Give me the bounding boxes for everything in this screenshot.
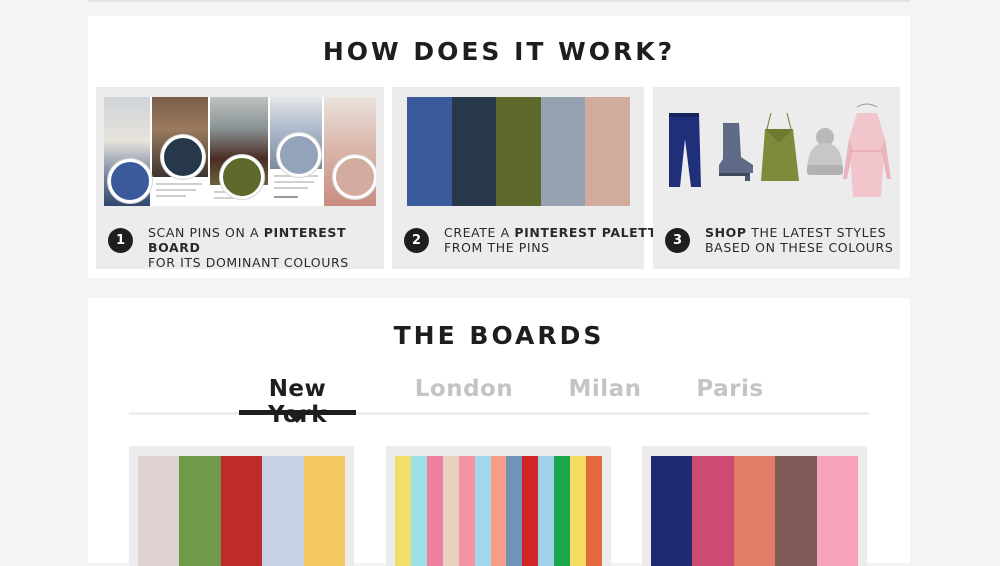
step-number-badge: 2 bbox=[404, 228, 429, 253]
board-palette-card[interactable] bbox=[129, 446, 354, 566]
active-tab-caret bbox=[289, 415, 305, 423]
pinterest-board-preview bbox=[104, 97, 376, 206]
board-swatch bbox=[179, 456, 221, 566]
dominant-colour-dot bbox=[277, 133, 321, 177]
board-palette bbox=[395, 456, 602, 566]
board-swatch bbox=[426, 456, 443, 566]
dominant-colour-dot bbox=[333, 155, 376, 199]
board-swatch bbox=[586, 456, 602, 566]
board-swatch bbox=[442, 456, 459, 566]
board-swatch bbox=[538, 456, 555, 566]
camisole-image bbox=[761, 112, 799, 181]
board-swatch bbox=[775, 456, 817, 566]
boards-title: THE BOARDS bbox=[393, 321, 605, 350]
board-palette-card[interactable] bbox=[642, 446, 867, 566]
pinterest-palette bbox=[407, 97, 630, 206]
city-tabs: New York London Milan Paris bbox=[129, 368, 869, 428]
step-card-create-palette: 2 CREATE A PINTEREST PALETTE FROM THE PI… bbox=[392, 87, 665, 269]
product-images bbox=[669, 103, 891, 197]
dominant-colour-dot bbox=[220, 155, 264, 199]
board-swatch bbox=[522, 456, 539, 566]
boot-image bbox=[719, 123, 753, 181]
board-swatch bbox=[554, 456, 571, 566]
previous-section-edge bbox=[88, 0, 910, 2]
how-it-works-title: HOW DOES IT WORK? bbox=[322, 37, 676, 66]
palette-swatch bbox=[540, 97, 586, 206]
board-swatch bbox=[570, 456, 587, 566]
board-swatch bbox=[506, 456, 523, 566]
board-swatch bbox=[458, 456, 475, 566]
board-palette-card[interactable] bbox=[386, 446, 611, 566]
board-palette bbox=[138, 456, 346, 566]
step-number-badge: 3 bbox=[665, 228, 690, 253]
board-swatch bbox=[395, 456, 411, 566]
palette-swatch bbox=[585, 97, 630, 206]
dress-image bbox=[843, 103, 891, 197]
step-description: SHOP THE LATEST STYLES BASED ON THESE CO… bbox=[705, 225, 894, 255]
step-description: SCAN PINS ON A PINTEREST BOARD FOR ITS D… bbox=[148, 225, 349, 270]
board-swatch bbox=[220, 456, 263, 566]
board-swatch bbox=[262, 456, 304, 566]
board-palette bbox=[651, 456, 859, 566]
step-card-scan-pins: 1 SCAN PINS ON A PINTEREST BOARD FOR ITS… bbox=[96, 87, 384, 270]
board-swatch bbox=[138, 456, 180, 566]
dominant-colour-dot bbox=[161, 135, 205, 179]
boards-section: THE BOARDS New York London Milan Paris bbox=[88, 298, 910, 566]
step-number-badge: 1 bbox=[108, 228, 133, 253]
board-swatch bbox=[816, 456, 859, 566]
tab-paris[interactable]: Paris bbox=[695, 376, 765, 402]
board-swatch bbox=[303, 456, 346, 566]
tab-milan[interactable]: Milan bbox=[565, 376, 645, 402]
board-swatch bbox=[692, 456, 734, 566]
step-description: CREATE A PINTEREST PALETTE FROM THE PINS bbox=[444, 225, 666, 255]
board-swatch bbox=[490, 456, 507, 566]
trousers-image bbox=[669, 113, 701, 187]
step-card-shop-styles: 3 SHOP THE LATEST STYLES BASED ON THESE … bbox=[653, 87, 900, 269]
tab-london[interactable]: London bbox=[409, 376, 519, 402]
board-swatch bbox=[733, 456, 776, 566]
palette-swatch bbox=[496, 97, 541, 206]
palette-swatch bbox=[407, 97, 452, 206]
board-swatch bbox=[474, 456, 491, 566]
dominant-colour-dot bbox=[108, 159, 152, 203]
palette-swatch bbox=[451, 97, 497, 206]
board-swatch bbox=[651, 456, 693, 566]
board-swatch bbox=[410, 456, 427, 566]
beanie-image bbox=[807, 128, 843, 175]
how-it-works-section: HOW DOES IT WORK? 1 SCAN PINS ON A PINTE… bbox=[88, 16, 910, 278]
